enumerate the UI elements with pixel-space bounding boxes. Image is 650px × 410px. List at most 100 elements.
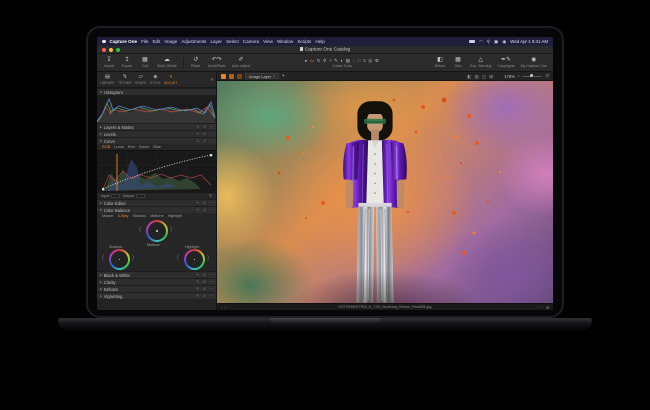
balance-tab-midtone[interactable]: Midtone: [150, 214, 164, 218]
tab-library[interactable]: ▤ LIBRARY: [100, 74, 115, 85]
brush-icon[interactable]: ✎: [196, 132, 199, 136]
section-menu-icon[interactable]: ⋯: [209, 294, 213, 298]
curve-section-header[interactable]: ▾ Curve ✎ ↺ ⋯: [97, 137, 216, 144]
balance-tab-master[interactable]: Master: [102, 214, 114, 218]
curve-tab-green[interactable]: Green: [139, 145, 150, 149]
menu-item-window[interactable]: Window: [277, 39, 293, 44]
menu-item-file[interactable]: File: [141, 39, 148, 44]
before-after-button[interactable]: ◧ Before: [434, 57, 446, 68]
wheel-arc-left[interactable]: (: [177, 255, 179, 261]
layer-selector-dropdown[interactable]: Image Layer ▾: [245, 73, 279, 79]
grid-view-icon[interactable]: ⊞: [489, 72, 493, 81]
reset-section-icon[interactable]: ↺: [203, 273, 206, 277]
erase-mask-tool-icon[interactable]: □: [358, 58, 361, 63]
pick-color-tool-icon[interactable]: ✎: [334, 58, 338, 63]
balance-tab-3way[interactable]: 3-Way: [118, 214, 129, 218]
tab-shape[interactable]: ▱ SHAPE: [135, 74, 147, 85]
dehaze-section-header[interactable]: ▸ Dehaze ✎ ↺ ⋯: [97, 285, 216, 292]
brush-icon[interactable]: ✎: [196, 273, 199, 277]
menu-item-camera[interactable]: Camera: [243, 39, 259, 44]
siri-icon[interactable]: ◉: [502, 37, 506, 46]
balance-tab-highlight[interactable]: Highlight: [168, 214, 183, 218]
curve-output-field[interactable]: [135, 193, 145, 198]
multi-view-icon[interactable]: ▥: [475, 72, 479, 81]
color-editor-section-header[interactable]: ▸ Color Editor ✎ ↺ ⋯: [97, 199, 216, 206]
reset-section-icon[interactable]: ↺: [203, 201, 206, 205]
curve-tab-red[interactable]: Red: [128, 145, 135, 149]
section-menu-icon[interactable]: ⋯: [209, 125, 213, 129]
brush-icon[interactable]: ✎: [196, 201, 199, 205]
reset-button[interactable]: ↺ Reset: [190, 57, 202, 68]
select-tool-icon[interactable]: ▸: [305, 58, 307, 63]
reset-section-icon[interactable]: ↺: [203, 287, 206, 291]
wheel-arc-right[interactable]: ): [207, 255, 209, 261]
highlight-color-wheel[interactable]: [184, 249, 205, 270]
menu-item-help[interactable]: Help: [315, 39, 324, 44]
loupe-tool-icon[interactable]: ⚲: [323, 58, 326, 63]
reset-section-icon[interactable]: ↺: [203, 139, 206, 143]
vignetting-section-header[interactable]: ▸ Vignetting ✎ ↺ ⋯: [97, 292, 216, 299]
wheel-arc-right[interactable]: ): [132, 255, 134, 261]
exposure-warning-button[interactable]: △ Exp. Warning: [470, 57, 491, 68]
brush-icon[interactable]: ✎: [196, 287, 199, 291]
section-menu-icon[interactable]: ⋯: [209, 208, 213, 212]
layer-thumbnail-1[interactable]: [221, 73, 226, 79]
undo-redo-button[interactable]: ↶↷ Undo/Redo: [208, 57, 226, 68]
brush-icon[interactable]: ✎: [196, 294, 199, 298]
spotlight-search-icon[interactable]: ⚲: [487, 37, 490, 46]
menu-item-select[interactable]: Select: [226, 39, 239, 44]
color-balance-section-header[interactable]: ▾ Color Balance ✎ ↺ ⋯: [97, 206, 216, 213]
brush-icon[interactable]: ✎: [196, 139, 199, 143]
reset-section-icon[interactable]: ↺: [203, 132, 206, 136]
export-button[interactable]: ↥ Export: [121, 57, 133, 68]
wheel-arc-left[interactable]: (: [102, 255, 104, 261]
menu-item-layer[interactable]: Layer: [210, 39, 222, 44]
apple-logo-icon[interactable]: [102, 39, 106, 44]
single-view-icon[interactable]: ◧: [467, 72, 471, 81]
histogram-section-header[interactable]: ▾ Histogram: [97, 88, 216, 95]
tab-style[interactable]: ◈ STYLE: [150, 74, 161, 85]
battery-icon[interactable]: [468, 40, 475, 43]
wheel-arc-left[interactable]: (: [139, 227, 141, 233]
layer-thumbnail-3[interactable]: [237, 73, 242, 79]
menu-item-scripts[interactable]: Scripts: [297, 39, 311, 44]
copyrights-button[interactable]: ✒✎ Copyrights: [497, 57, 514, 68]
section-menu-icon[interactable]: ⋯: [209, 139, 213, 143]
brush-icon[interactable]: ✎: [196, 125, 199, 129]
curve-input-field[interactable]: [111, 193, 121, 198]
menu-app-name[interactable]: Capture One: [110, 39, 138, 44]
shadow-color-wheel[interactable]: [109, 249, 130, 270]
clarity-section-header[interactable]: ▸ Clarity ✎ ↺ ⋯: [97, 278, 216, 285]
annotation-tool-icon[interactable]: ⚙: [375, 58, 379, 63]
reset-section-icon[interactable]: ↺: [203, 280, 206, 284]
brush-icon[interactable]: ✎: [196, 208, 199, 212]
reset-section-icon[interactable]: ↺: [203, 294, 206, 298]
menu-item-image[interactable]: Image: [164, 39, 177, 44]
curve-tab-luma[interactable]: Luma: [114, 145, 124, 149]
section-menu-icon[interactable]: ⋯: [209, 201, 213, 205]
menu-item-edit[interactable]: Edit: [152, 39, 160, 44]
tab-adjust[interactable]: ◑ ADJUST: [164, 74, 178, 85]
layer-thumbnail-2[interactable]: [229, 73, 234, 79]
rotate-tool-icon[interactable]: ↻: [317, 58, 321, 63]
compare-view-icon[interactable]: ◫: [482, 72, 486, 81]
section-menu-icon[interactable]: ⋯: [209, 280, 213, 284]
clone-tool-icon[interactable]: ▨: [346, 58, 350, 63]
midtone-color-wheel[interactable]: [146, 220, 168, 242]
crop-tool-icon[interactable]: ▭: [310, 58, 314, 63]
balance-tab-shadow[interactable]: Shadow: [132, 214, 146, 218]
curve-picker-icon[interactable]: ⚲: [209, 193, 212, 198]
curve-graph[interactable]: [97, 150, 216, 193]
zoom-slider-knob[interactable]: [530, 74, 534, 78]
menu-item-view[interactable]: View: [263, 39, 273, 44]
grid-button[interactable]: ▦ Grid: [452, 57, 464, 68]
wheel-arc-right[interactable]: ): [170, 227, 172, 233]
draw-mask-tool-icon[interactable]: ◌: [353, 58, 356, 63]
black-white-section-header[interactable]: ▸ Black & White ✎ ↺ ⋯: [97, 271, 216, 278]
import-button[interactable]: ↧ Import: [103, 57, 115, 68]
section-menu-icon[interactable]: ⋯: [209, 273, 213, 277]
menu-item-adjustments[interactable]: Adjustments: [181, 39, 206, 44]
add-layer-button[interactable]: +: [282, 73, 285, 79]
tabs-overflow-chevron-icon[interactable]: »: [210, 77, 213, 83]
curve-tab-rgb[interactable]: RGB: [102, 145, 110, 149]
